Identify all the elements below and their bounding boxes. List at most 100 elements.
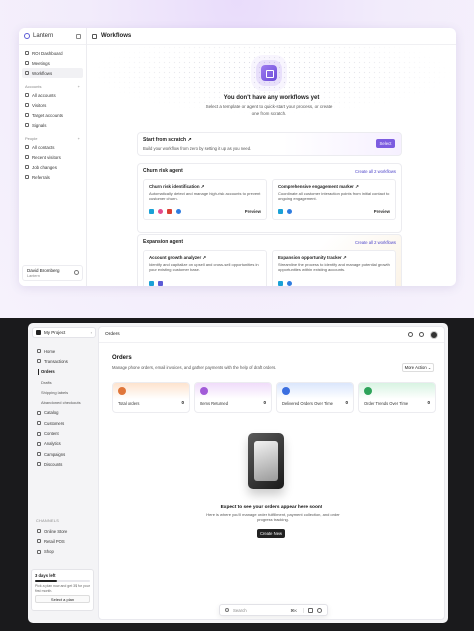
nav-drafts[interactable]: Drafts	[32, 377, 96, 387]
nav-transactions[interactable]: Transactions	[32, 356, 96, 366]
workflow-template-card[interactable]: Churn risk identification ↗ Automaticall…	[143, 179, 267, 220]
stat-card-total-orders[interactable]: Total orders 0	[112, 382, 190, 413]
nav-workflows[interactable]: Workflows	[22, 68, 83, 78]
panel-icon[interactable]	[92, 33, 97, 39]
nav-signals[interactable]: Signals	[22, 120, 83, 130]
nav-discounts[interactable]: Discounts	[32, 459, 96, 469]
preview-link[interactable]: Preview	[245, 209, 261, 214]
stat-card-items-returned[interactable]: Items Returned 0	[194, 382, 272, 413]
group-title: Churn risk agent	[143, 168, 183, 174]
section-label: Accounts	[25, 84, 42, 89]
create-new-button[interactable]: Create New	[257, 529, 285, 538]
nav-content[interactable]: Content	[32, 428, 96, 438]
avatar[interactable]	[430, 330, 438, 339]
nav-label: All contacts	[32, 144, 55, 150]
empty-state-subtitle: Here is where you'll manage order fulfil…	[206, 512, 340, 523]
stat-label: Total orders	[118, 401, 140, 406]
nav-label: Shop	[44, 549, 54, 555]
nav-retail-pos[interactable]: Retail POS	[32, 536, 96, 546]
nav-label: Referrals	[32, 174, 50, 180]
nav-online-store[interactable]: Online Store	[32, 526, 96, 536]
page-title: Orders	[112, 355, 132, 361]
pos-icon	[37, 539, 41, 544]
nav-customers[interactable]: Customers	[32, 418, 96, 428]
nav-meetings[interactable]: Meetings	[22, 58, 83, 68]
nav-home[interactable]: Home	[32, 346, 96, 356]
stat-card-delivered-orders[interactable]: Delivered Orders Over Time 0	[276, 382, 354, 413]
empty-state-subtitle: Select a template or agent to quick-star…	[205, 104, 333, 116]
orders-empty-illustration-icon	[248, 433, 284, 489]
transactions-icon	[37, 359, 41, 364]
more-action-button[interactable]: More Action ⌄	[402, 363, 434, 372]
workflow-template-card[interactable]: Comprehensive engagement marker ↗ Coordi…	[272, 179, 396, 220]
building-icon	[25, 93, 29, 97]
nav-campaigns[interactable]: Campaigns	[32, 449, 96, 459]
nav-target-accounts[interactable]: Target accounts	[22, 110, 83, 120]
nav-recent-visitors[interactable]: Recent visitors	[22, 152, 83, 162]
nav-label: Home	[44, 348, 56, 354]
accounts-section-header: Accounts +	[22, 80, 83, 90]
bell-icon[interactable]	[408, 332, 413, 337]
nav-label: Orders	[41, 369, 55, 375]
nav-all-accounts[interactable]: All accounts	[22, 90, 83, 100]
start-from-scratch-card[interactable]: Start from scratch ↗ Build your workflow…	[137, 132, 402, 156]
help-icon[interactable]	[317, 607, 322, 613]
nav-all-contacts[interactable]: All contacts	[22, 142, 83, 152]
create-all-link[interactable]: Create all 2 workflows	[355, 169, 396, 174]
workflow-template-card[interactable]: Account growth analyzer ↗ Identify and c…	[143, 250, 267, 286]
integration-icons	[149, 281, 163, 286]
nav-shop[interactable]: Shop	[32, 547, 96, 557]
create-all-link[interactable]: Create all 2 workflows	[355, 240, 396, 245]
empty-state-title: Expect to see your orders appear here so…	[220, 505, 323, 510]
nav-label: Job changes	[32, 164, 57, 170]
nav-roi-dashboard[interactable]: ROI Dashboard	[22, 48, 83, 58]
signal-icon	[25, 123, 29, 127]
stat-label: Items Returned	[200, 401, 228, 406]
group-title: Expansion agent	[143, 239, 184, 245]
orders-main: Orders Orders Manage phone orders, email…	[98, 326, 445, 620]
nav-abandoned-checkouts[interactable]: Abandoned checkouts	[32, 397, 96, 407]
settings-icon[interactable]	[74, 270, 79, 275]
select-button[interactable]: Select	[376, 139, 395, 148]
search-bar[interactable]: Search ⌘K	[219, 604, 328, 616]
briefcase-icon	[25, 165, 29, 169]
add-icon[interactable]: +	[78, 84, 80, 89]
nav-referrals[interactable]: Referrals	[22, 172, 83, 182]
stat-label: Order Trends Over Time	[364, 401, 409, 406]
add-icon[interactable]: +	[78, 136, 80, 141]
store-icon	[37, 529, 41, 534]
lantern-sidebar: Lantern ROI Dashboard Meetings Workflows…	[19, 28, 87, 286]
nav-label: Transactions	[44, 358, 68, 364]
nav-visitors[interactable]: Visitors	[22, 100, 83, 110]
nav-job-changes[interactable]: Job changes	[22, 162, 83, 172]
integration-icons	[278, 209, 292, 214]
collapse-sidebar-icon[interactable]	[76, 33, 81, 39]
project-switcher[interactable]: My Project ›	[32, 327, 96, 338]
preview-link[interactable]: Preview	[374, 209, 390, 214]
share-icon	[25, 175, 29, 179]
nav-label: Content	[44, 431, 59, 437]
store-sidebar: My Project › Home Transactions Orders Dr…	[28, 323, 98, 623]
nav-label: Catalog	[44, 410, 59, 416]
user-name: David Bromberg	[27, 268, 60, 273]
select-plan-button[interactable]: Select a plan	[35, 595, 90, 604]
integration-icons	[278, 281, 292, 286]
nav-label: Abandoned checkouts	[41, 400, 81, 406]
nav-analytics[interactable]: Analytics	[32, 439, 96, 449]
workflows-header: Workflows	[87, 28, 456, 45]
nav-catalog[interactable]: Catalog	[32, 408, 96, 418]
stat-card-order-trends[interactable]: Order Trends Over Time 0	[358, 382, 436, 413]
user-card[interactable]: David Bromberg Lantern	[22, 265, 83, 281]
template-title: Comprehensive engagement marker ↗	[278, 184, 359, 189]
salesforce-icon	[278, 209, 283, 214]
calendar-icon[interactable]	[308, 607, 313, 613]
nav-shipping-labels[interactable]: Shipping labels	[32, 387, 96, 397]
channels-label: CHANNELS	[36, 519, 60, 523]
gmail-icon	[167, 209, 172, 214]
workflow-template-card[interactable]: Expansion opportunity tracker ↗ Streamli…	[272, 250, 396, 286]
project-name: My Project	[44, 330, 66, 335]
brand-name: Lantern	[33, 33, 54, 39]
nav-orders[interactable]: Orders	[32, 367, 96, 377]
gear-icon[interactable]	[419, 332, 424, 337]
nav-label: Discounts	[44, 461, 63, 467]
